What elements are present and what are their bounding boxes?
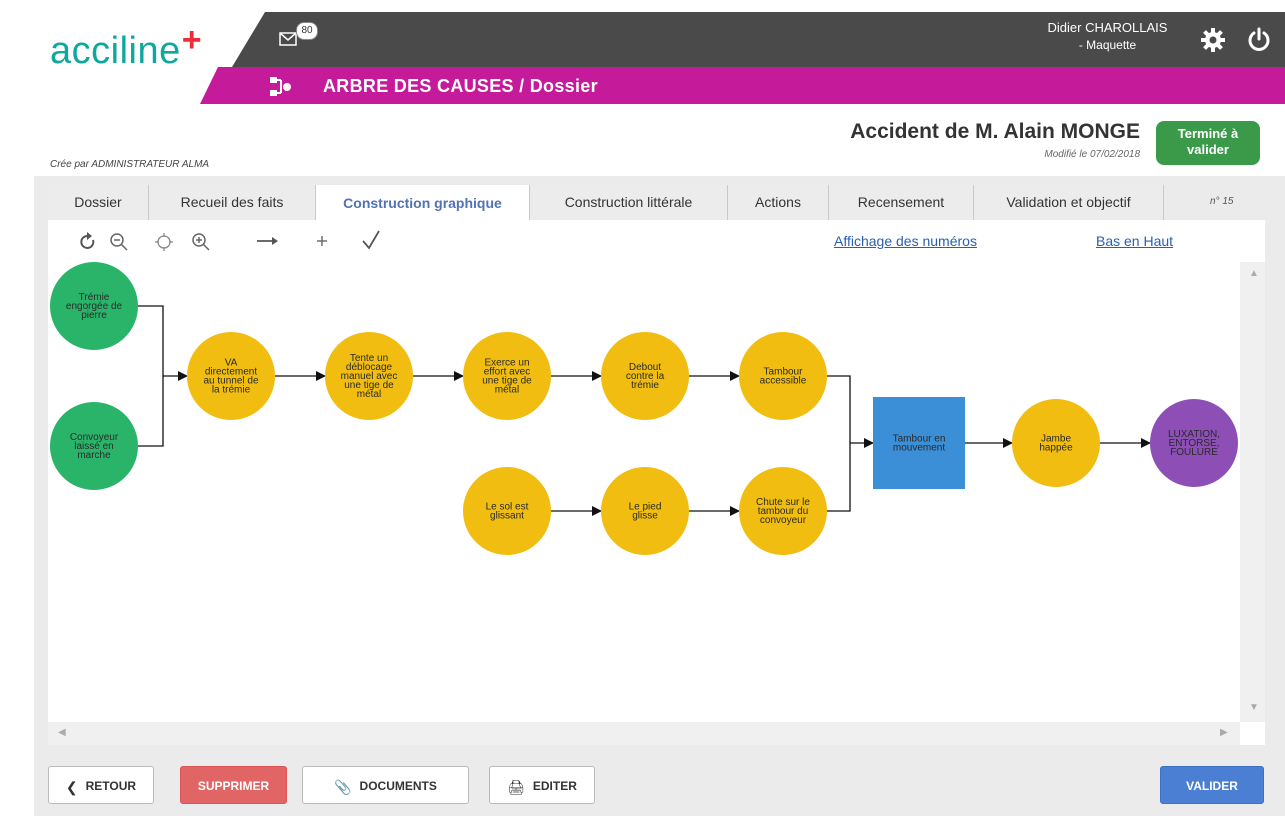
node-label: accessible	[760, 376, 807, 387]
node-label: glissant	[490, 511, 524, 522]
user-profile: - Maquette	[1078, 38, 1137, 52]
diagram-node-n12[interactable]: Jambehappée	[1012, 399, 1100, 487]
node-label: happée	[1039, 443, 1073, 454]
paperclip-icon: 📎	[334, 778, 352, 795]
add-icon[interactable]	[315, 234, 329, 248]
power-icon[interactable]	[1245, 26, 1273, 54]
print-button-label: EDITER	[532, 779, 577, 793]
zoom-out-icon[interactable]	[108, 231, 130, 253]
node-label: la trémie	[212, 385, 251, 396]
module-bar-slant	[200, 67, 240, 104]
check-icon[interactable]	[360, 229, 382, 251]
center-icon[interactable]	[154, 232, 174, 252]
diagram-node-n10[interactable]: Chute sur letambour duconvoyeur	[739, 467, 827, 555]
diagram-node-n6[interactable]: Deboutcontre latrémie	[601, 332, 689, 420]
diagram-edge	[138, 305, 164, 447]
direction-link[interactable]: Bas en Haut	[1096, 233, 1173, 249]
tab-recensement[interactable]: Recensement	[829, 185, 974, 220]
top-bar-slant	[232, 12, 265, 67]
scroll-up-icon[interactable]: ▲	[1249, 268, 1259, 279]
scroll-down-icon[interactable]: ▼	[1249, 702, 1259, 713]
vertical-scrollbar[interactable]: ▲ ▼	[1240, 262, 1265, 722]
dossier-number: n° 15	[1210, 196, 1234, 207]
show-numbers-link[interactable]: Affichage des numéros	[834, 233, 977, 249]
page-title: Accident de M. Alain MONGE	[850, 120, 1140, 143]
user-name[interactable]: Didier CHAROLLAIS	[1030, 20, 1185, 35]
validate-button[interactable]: VALIDER	[1160, 766, 1264, 804]
tab-construction-graphique[interactable]: Construction graphique	[316, 185, 530, 221]
diagram-node-n1[interactable]: Trémieengorgée depierre	[50, 262, 138, 350]
logo-text: acciline	[50, 30, 181, 72]
logo-plus: +	[181, 21, 203, 59]
scroll-left-icon[interactable]: ◀	[58, 727, 66, 738]
node-label: convoyeur	[760, 515, 807, 526]
status-badge[interactable]: Terminé à valider	[1156, 121, 1260, 165]
modified-date: Modifié le 07/02/2018	[1044, 149, 1140, 160]
diagram-node-n4[interactable]: Tente undéblocagemanuel avecune tige dem…	[325, 332, 413, 420]
diagram-node-n2[interactable]: Convoyeurlaissé enmarche	[50, 402, 138, 490]
tab-actions[interactable]: Actions	[728, 185, 829, 220]
mail-count-badge: 80	[296, 22, 318, 40]
gear-icon[interactable]	[1199, 26, 1227, 54]
node-label: mouvement	[893, 443, 945, 454]
node-label: trémie	[631, 380, 659, 391]
diagram-node-n8[interactable]: Le sol estglissant	[463, 467, 551, 555]
tab-recueil-des-faits[interactable]: Recueil des faits	[149, 185, 316, 220]
back-button[interactable]: ❮ RETOUR	[48, 766, 154, 804]
arrow-icon[interactable]	[255, 233, 279, 249]
tab-validation-et-objectif[interactable]: Validation et objectif	[974, 185, 1164, 220]
refresh-icon[interactable]	[78, 232, 98, 252]
node-label: marche	[77, 450, 111, 461]
module-title-sub: / Dossier	[519, 76, 598, 96]
module-title-main: ARBRE DES CAUSES	[323, 76, 514, 96]
scroll-right-icon[interactable]: ▶	[1220, 727, 1228, 738]
node-label: métal	[495, 385, 519, 396]
documents-button[interactable]: 📎 DOCUMENTS	[302, 766, 469, 804]
back-button-label: RETOUR	[85, 779, 137, 793]
diagram-node-n13[interactable]: LUXATION,ENTORSE,FOULURE	[1150, 399, 1238, 487]
chevron-left-icon: ❮	[65, 778, 78, 795]
print-button[interactable]: 🖨 EDITER	[489, 766, 595, 804]
node-label: métal	[357, 389, 381, 400]
cause-tree-diagram[interactable]: Trémieengorgée depierre Convoyeurlaissé e…	[48, 256, 1240, 722]
diagram-edge	[827, 375, 851, 512]
created-by: Crée par ADMINISTRATEUR ALMA	[50, 159, 210, 170]
status-line-1: Terminé à	[1177, 126, 1239, 141]
horizontal-scrollbar[interactable]: ◀ ▶	[48, 722, 1240, 745]
diagram-nodes: Trémieengorgée depierre Convoyeurlaissé e…	[50, 262, 1238, 555]
delete-button[interactable]: SUPPRIMER	[180, 766, 287, 804]
tab-construction-litterale[interactable]: Construction littérale	[530, 185, 728, 220]
diagram-node-n7[interactable]: Tambouraccessible	[739, 332, 827, 420]
diagram-node-n5[interactable]: Exerce uneffort avecune tige demétal	[463, 332, 551, 420]
diagram-node-n11[interactable]: Tambour enmouvement	[873, 397, 965, 489]
tree-icon	[270, 77, 291, 96]
diagram-node-n9[interactable]: Le piedglisse	[601, 467, 689, 555]
diagram-node-n3[interactable]: VAdirectementau tunnel dela trémie	[187, 332, 275, 420]
node-label: glisse	[632, 511, 658, 522]
zoom-in-icon[interactable]	[190, 231, 212, 253]
module-title: ARBRE DES CAUSES / Dossier	[323, 76, 598, 97]
node-label: pierre	[81, 310, 107, 321]
documents-button-label: DOCUMENTS	[359, 779, 437, 793]
status-line-2: valider	[1187, 142, 1229, 157]
node-label: FOULURE	[1170, 447, 1218, 458]
tab-dossier[interactable]: Dossier	[48, 185, 149, 220]
printer-icon: 🖨	[507, 778, 525, 795]
app-logo[interactable]: acciline+	[50, 21, 202, 73]
